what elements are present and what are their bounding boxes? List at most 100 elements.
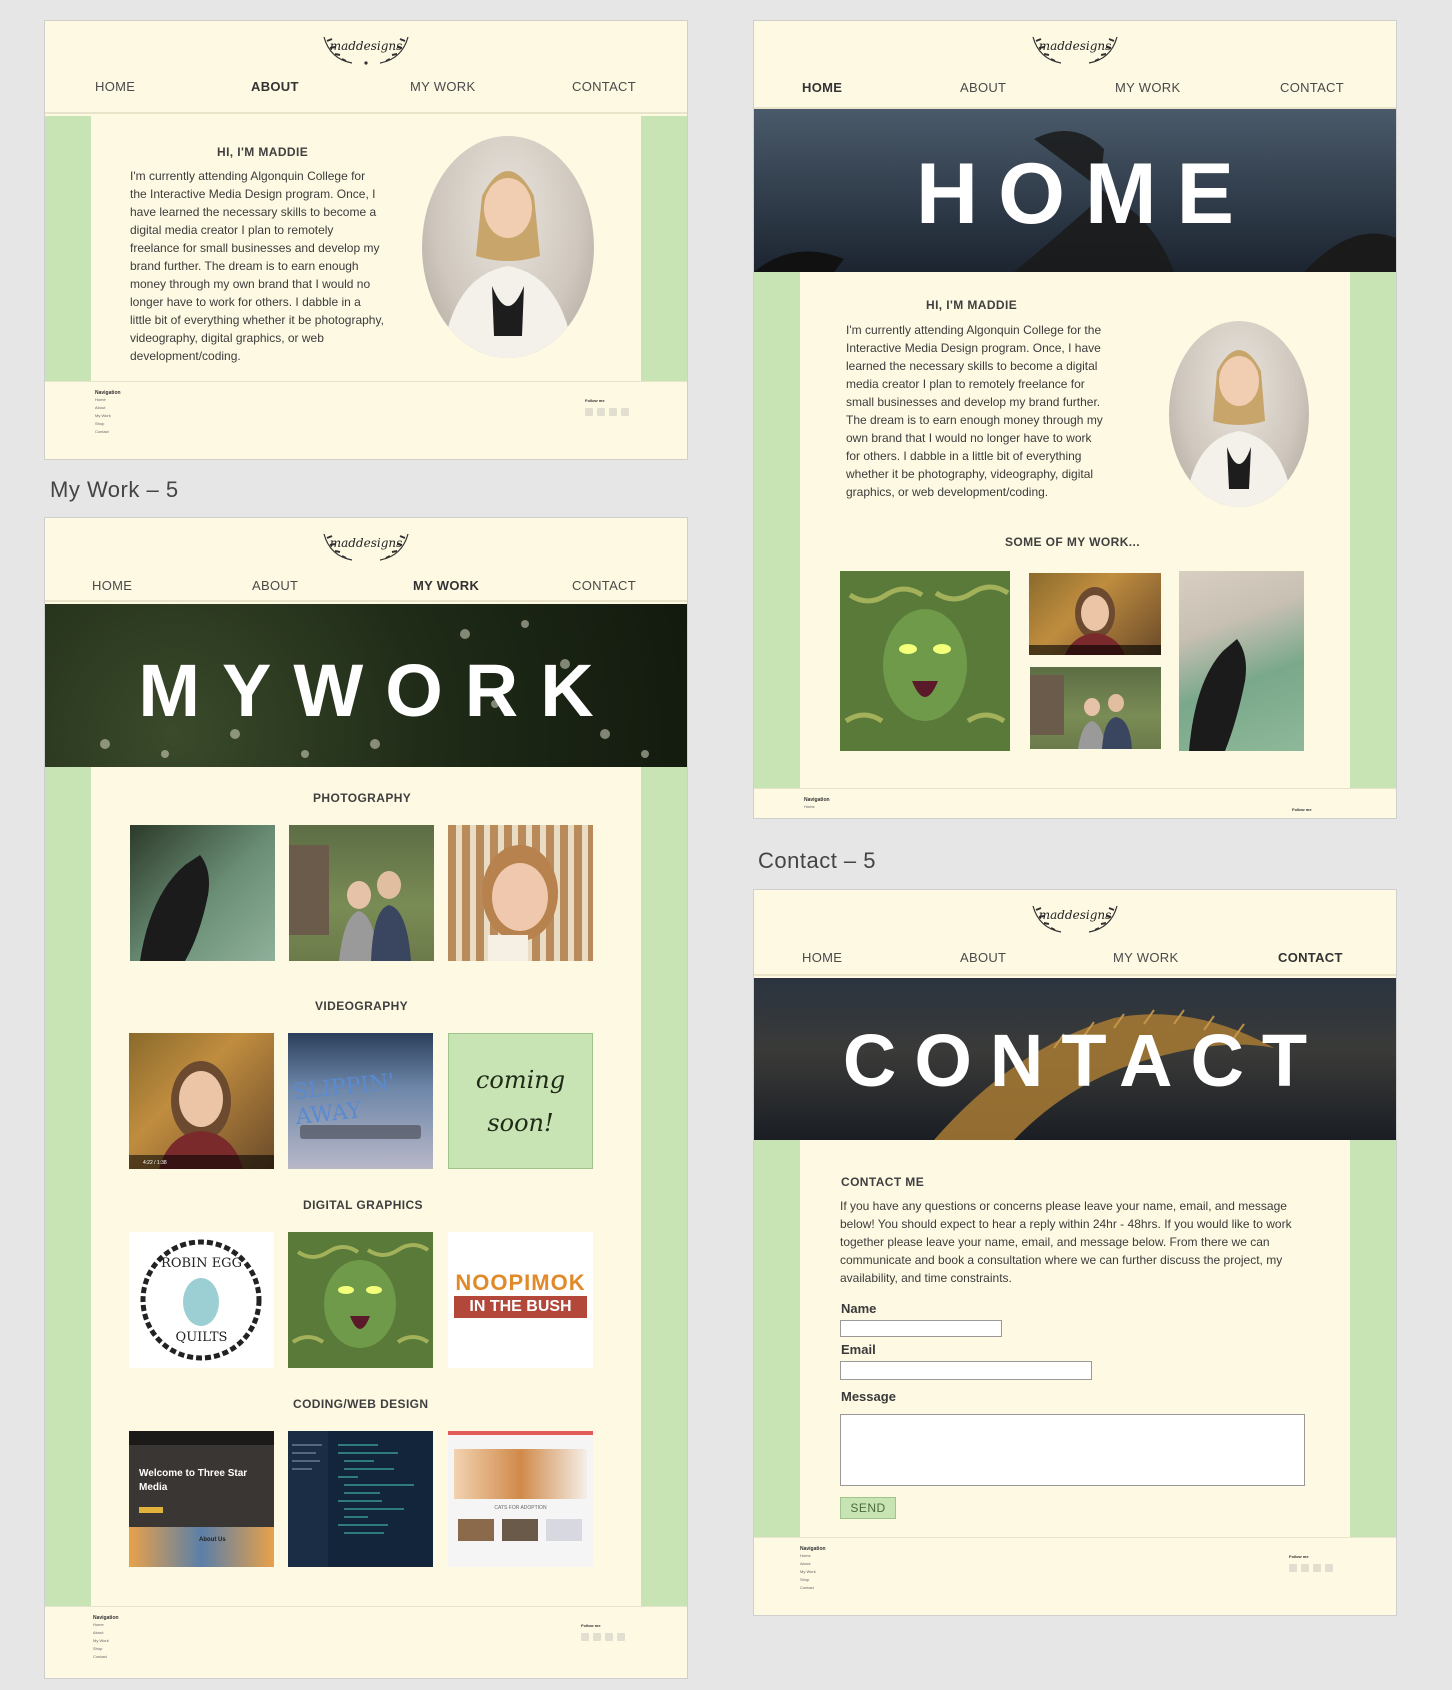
- header: maddesigns HOME ABOUT MY WORK CONTACT: [45, 518, 687, 602]
- youtube-icon[interactable]: [621, 408, 629, 416]
- social-icons: [1289, 1564, 1333, 1572]
- home-video-vlog[interactable]: [1029, 573, 1161, 655]
- graphic-robin-egg-quilts[interactable]: ROBIN EGG QUILTS: [129, 1232, 274, 1368]
- footer-link-contact[interactable]: Contact: [93, 1653, 109, 1661]
- cats-heading: CATS FOR ADOPTION: [494, 1505, 547, 1511]
- footer-link-about[interactable]: About: [800, 1560, 816, 1568]
- video-slippin-away[interactable]: SLIPPIN' AWAY: [288, 1033, 433, 1169]
- logo-text: maddesigns: [329, 39, 403, 53]
- footer-link-shop[interactable]: Shop: [800, 1576, 816, 1584]
- video-controls[interactable]: [300, 1125, 421, 1139]
- nav-home[interactable]: HOME: [95, 79, 135, 94]
- footer-link-my-work[interactable]: My Work: [95, 412, 111, 420]
- nav-about[interactable]: ABOUT: [960, 80, 1006, 95]
- instagram-icon[interactable]: [605, 1633, 613, 1641]
- nav-home[interactable]: HOME: [92, 578, 132, 593]
- footer-link-shop[interactable]: Shop: [93, 1645, 109, 1653]
- hero-title: CONTACT: [842, 1019, 1326, 1102]
- footer-link-my-work[interactable]: My Work: [93, 1637, 109, 1645]
- noopimok-line2: IN THE BUSH: [454, 1296, 587, 1318]
- nav-contact[interactable]: CONTACT: [1280, 80, 1344, 95]
- hero-title: MYWORK: [138, 649, 616, 732]
- maddesigns-logo[interactable]: maddesigns: [1027, 898, 1123, 938]
- facebook-icon[interactable]: [581, 1633, 589, 1641]
- home-photo-couple[interactable]: [1030, 667, 1161, 749]
- message-textarea[interactable]: [840, 1414, 1305, 1486]
- robin-top-text: ROBIN EGG: [161, 1256, 242, 1271]
- twitter-icon[interactable]: [597, 408, 605, 416]
- photo-couple[interactable]: [289, 825, 434, 961]
- footer-link-home[interactable]: Home: [804, 803, 815, 811]
- footer-links[interactable]: Home About My Work Shop Contact: [800, 1552, 816, 1592]
- about-us-text: About Us: [199, 1537, 226, 1543]
- instagram-icon[interactable]: [609, 408, 617, 416]
- nav-my-work[interactable]: MY WORK: [1113, 950, 1178, 965]
- about-bio: I'm currently attending Algonquin Colleg…: [130, 169, 384, 363]
- home-graphic-medusa[interactable]: [840, 571, 1010, 751]
- maddesigns-logo[interactable]: maddesigns: [318, 29, 414, 69]
- main-nav: HOME ABOUT MY WORK CONTACT: [754, 80, 1396, 100]
- footer: Navigation Home Follow me: [754, 788, 1396, 818]
- web-code-editor[interactable]: [288, 1431, 433, 1567]
- nav-my-work[interactable]: MY WORK: [410, 79, 475, 94]
- facebook-icon[interactable]: [585, 408, 593, 416]
- graphic-medusa[interactable]: [288, 1232, 433, 1368]
- main-nav: HOME ABOUT MY WORK CONTACT: [754, 950, 1396, 970]
- home-photo-cat[interactable]: [1179, 571, 1304, 751]
- nav-about[interactable]: ABOUT: [252, 578, 298, 593]
- photo-cat[interactable]: [130, 825, 275, 961]
- nav-contact[interactable]: CONTACT: [572, 578, 636, 593]
- facebook-icon[interactable]: [1289, 1564, 1297, 1572]
- three-star-hero-text: Welcome to Three Star Media: [139, 1468, 248, 1493]
- nav-home[interactable]: HOME: [802, 950, 842, 965]
- footer-link-home[interactable]: Home: [93, 1621, 109, 1629]
- footer-links[interactable]: Home: [804, 803, 815, 811]
- web-three-star-media[interactable]: Welcome to Three Star Media About Us: [129, 1431, 274, 1567]
- nav-about[interactable]: ABOUT: [960, 950, 1006, 965]
- maddesigns-logo[interactable]: maddesigns: [318, 526, 414, 566]
- nav-contact[interactable]: CONTACT: [572, 79, 636, 94]
- footer-link-about[interactable]: About: [95, 404, 111, 412]
- video-slippin-text: SLIPPIN' AWAY: [291, 1069, 396, 1131]
- footer-links[interactable]: Home About My Work Shop Contact: [95, 396, 111, 436]
- coming-soon-line2: soon!: [487, 1109, 554, 1137]
- nav-my-work[interactable]: MY WORK: [413, 578, 479, 593]
- portrait-photo: [1169, 321, 1309, 507]
- section-photography: PHOTOGRAPHY: [313, 791, 412, 805]
- nav-about[interactable]: ABOUT: [251, 79, 299, 94]
- name-input[interactable]: [840, 1320, 1002, 1337]
- video-vlog[interactable]: 4:22 / 1:38: [129, 1033, 274, 1169]
- footer-link-home[interactable]: Home: [95, 396, 111, 404]
- youtube-icon[interactable]: [617, 1633, 625, 1641]
- green-sidebar-right: [641, 116, 687, 382]
- web-cats-adoption[interactable]: CATS FOR ADOPTION: [448, 1431, 593, 1567]
- footer-link-my-work[interactable]: My Work: [800, 1568, 816, 1576]
- section-coding-web-design: CODING/WEB DESIGN: [293, 1397, 429, 1411]
- twitter-icon[interactable]: [1301, 1564, 1309, 1572]
- green-sidebar-left: [45, 767, 91, 1607]
- maddesigns-logo[interactable]: maddesigns: [1027, 29, 1123, 69]
- youtube-icon[interactable]: [1325, 1564, 1333, 1572]
- send-button[interactable]: SEND: [840, 1497, 896, 1519]
- footer-link-home[interactable]: Home: [800, 1552, 816, 1560]
- instagram-icon[interactable]: [1313, 1564, 1321, 1572]
- section-digital-graphics: DIGITAL GRAPHICS: [303, 1198, 423, 1212]
- name-label: Name: [841, 1301, 877, 1316]
- some-of-my-work-heading: SOME OF MY WORK...: [1005, 535, 1140, 549]
- nav-my-work[interactable]: MY WORK: [1115, 80, 1180, 95]
- twitter-icon[interactable]: [593, 1633, 601, 1641]
- coming-soon-line1: coming: [475, 1066, 566, 1094]
- footer-link-about[interactable]: About: [93, 1629, 109, 1637]
- hero-banner: HOME: [754, 109, 1396, 272]
- nav-home[interactable]: HOME: [802, 80, 842, 95]
- footer-link-shop[interactable]: Shop: [95, 420, 111, 428]
- contact-frame-label: Contact – 5: [758, 848, 877, 873]
- email-input[interactable]: [840, 1361, 1092, 1380]
- photo-girl-smiling[interactable]: [448, 825, 593, 961]
- green-sidebar-right: [1350, 1140, 1396, 1540]
- footer-links[interactable]: Home About My Work Shop Contact: [93, 1621, 109, 1661]
- footer-link-contact[interactable]: Contact: [800, 1584, 816, 1592]
- footer-link-contact[interactable]: Contact: [95, 428, 111, 436]
- graphic-noopimok[interactable]: NOOPIMOK IN THE BUSH: [448, 1232, 593, 1368]
- nav-contact[interactable]: CONTACT: [1278, 950, 1343, 965]
